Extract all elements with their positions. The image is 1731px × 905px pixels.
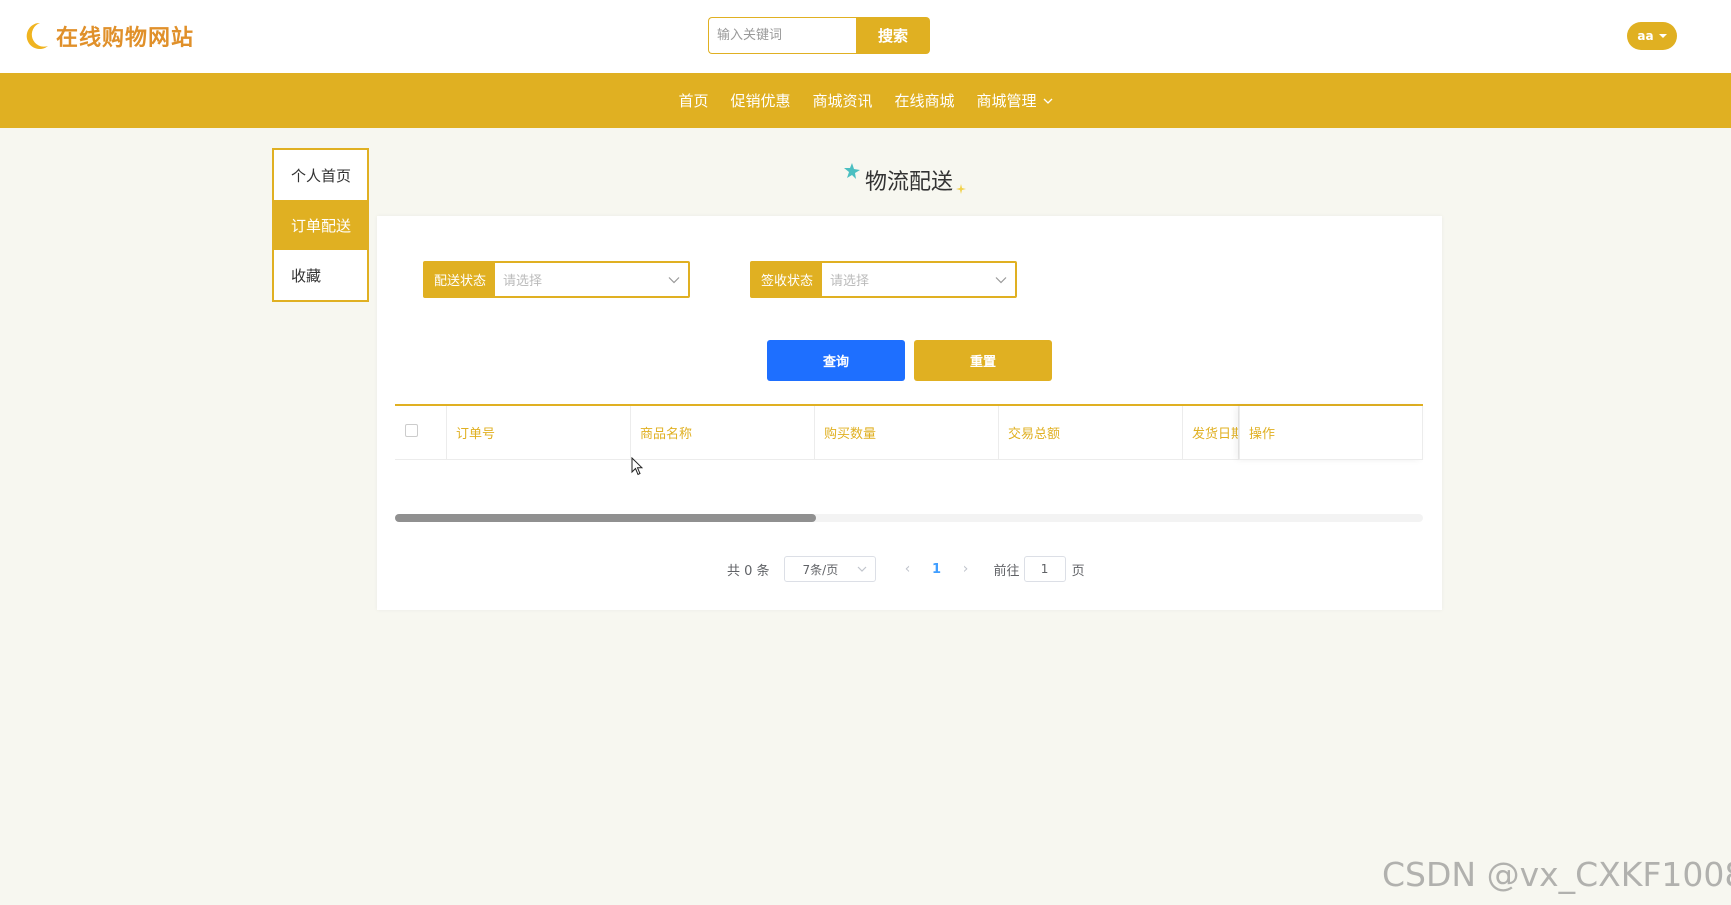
column-header-quantity[interactable]: 购买数量 [815, 406, 999, 460]
receipt-status-select[interactable]: 请选择 [822, 263, 1015, 296]
sidebar-item-profile[interactable]: 个人首页 [274, 150, 367, 200]
top-header: 在线购物网站 搜索 aa [0, 0, 1731, 73]
receipt-status-filter: 签收状态 请选择 [750, 261, 1017, 298]
chevron-down-icon [668, 276, 680, 283]
select-placeholder: 请选择 [830, 274, 870, 289]
column-header-ship-date[interactable]: 发货日期 [1183, 406, 1239, 460]
chevron-down-icon [995, 276, 1007, 283]
sidebar-item-order-delivery[interactable]: 订单配送 [274, 200, 367, 250]
next-page-button[interactable]: › [952, 561, 980, 577]
delivery-status-label: 配送状态 [425, 263, 495, 296]
page-title: 物流配送 [865, 170, 954, 195]
mouse-cursor-icon [631, 457, 643, 476]
chevron-down-icon [1043, 98, 1052, 104]
column-header-actions[interactable]: 操作 [1239, 406, 1423, 460]
delivery-status-select[interactable]: 请选择 [495, 263, 688, 296]
main-nav: 首页 促销优惠 商城资讯 在线商城 商城管理 [0, 73, 1731, 128]
sidebar: 个人首页 订单配送 收藏 [272, 148, 369, 302]
search-input[interactable] [708, 17, 856, 54]
delivery-status-filter: 配送状态 请选择 [423, 261, 690, 298]
nav-item-news[interactable]: 商城资讯 [801, 90, 883, 111]
page-size-select[interactable]: 7条/页 [783, 556, 876, 582]
nav-item-mall-management[interactable]: 商城管理 [966, 90, 1064, 111]
site-title: 在线购物网站 [56, 26, 195, 51]
query-button[interactable]: 查询 [767, 340, 905, 381]
select-all-checkbox[interactable] [405, 424, 418, 437]
page-size-value: 7条/页 [802, 562, 839, 577]
reset-button[interactable]: 重置 [914, 340, 1052, 381]
horizontal-scrollbar[interactable] [395, 514, 1423, 522]
watermark: CSDN @vx_CXKF10088 [1382, 855, 1731, 894]
moon-icon [26, 22, 48, 49]
scrollbar-thumb[interactable] [395, 514, 817, 522]
user-menu-button[interactable]: aa [1627, 22, 1677, 50]
sidebar-item-favorites[interactable]: 收藏 [274, 250, 367, 300]
receipt-status-label: 签收状态 [752, 263, 822, 296]
chevron-down-icon [857, 566, 866, 572]
total-count: 共 0 条 [727, 563, 770, 579]
goto-prefix: 前往 [993, 563, 1020, 579]
nav-item-home[interactable]: 首页 [667, 90, 719, 111]
select-placeholder: 请选择 [503, 274, 543, 289]
orders-table-header: 订单号 商品名称 购买数量 交易总额 发货日期 操作 [395, 404, 1423, 460]
main-panel: 配送状态 请选择 签收状态 请选择 查询 重置 订单号 商品名称 购买数量 交易… [377, 216, 1442, 610]
user-name: aa [1637, 29, 1654, 43]
prev-page-button[interactable]: ‹ [894, 561, 922, 577]
sparkle-icon [956, 184, 966, 194]
column-header-product-name[interactable]: 商品名称 [631, 406, 815, 460]
pagination: 共 0 条 7条/页 ‹ 1 › 前往 页 [727, 556, 1085, 582]
column-header-order-no[interactable]: 订单号 [447, 406, 631, 460]
goto-page-input[interactable] [1023, 556, 1066, 582]
nav-item-promotions[interactable]: 促销优惠 [719, 90, 801, 111]
page-title-block: 物流配送 [843, 160, 966, 200]
search-button[interactable]: 搜索 [856, 17, 930, 54]
goto-suffix: 页 [1071, 563, 1085, 579]
page-number-current[interactable]: 1 [922, 562, 952, 577]
nav-item-label: 商城管理 [976, 92, 1037, 110]
caret-down-icon [1658, 34, 1667, 38]
site-logo[interactable]: 在线购物网站 [22, 20, 194, 52]
star-icon [844, 163, 860, 179]
column-header-total-amount[interactable]: 交易总额 [999, 406, 1183, 460]
nav-item-online-mall[interactable]: 在线商城 [884, 90, 966, 111]
select-all-cell [395, 406, 447, 460]
search-bar: 搜索 [708, 17, 930, 54]
